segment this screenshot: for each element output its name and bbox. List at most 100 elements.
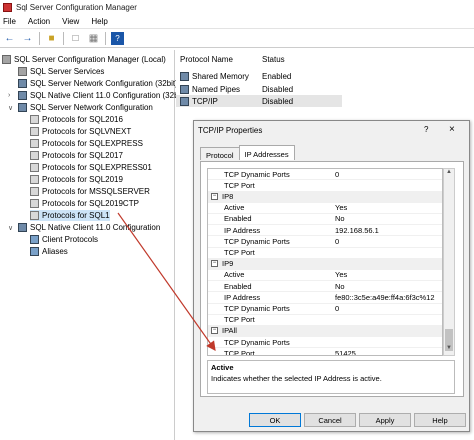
grid-row[interactable]: Active Yes — [208, 270, 442, 282]
grid-row[interactable]: TCP Port — [208, 180, 442, 192]
tree-item-label: Protocols for SQLEXPRESS — [42, 139, 143, 148]
dialog-close-icon[interactable]: × — [449, 124, 455, 135]
grid-value[interactable]: 0 — [335, 237, 339, 246]
menu-help[interactable]: Help — [91, 17, 107, 26]
window-title: Sql Server Configuration Manager — [16, 2, 137, 12]
grid-row[interactable]: TCP Port — [208, 315, 442, 326]
menu-file[interactable]: File — [3, 17, 16, 26]
grid-row[interactable]: IP Address 192.168.56.1 — [208, 225, 442, 237]
collapse-icon[interactable]: − — [211, 327, 218, 335]
dialog-help-icon[interactable]: ? — [424, 125, 428, 134]
grid-section[interactable]: − IP9 — [208, 258, 442, 270]
tree-item[interactable]: Protocols for SQL2019 — [30, 174, 123, 185]
menu-action[interactable]: Action — [28, 17, 50, 26]
properties-icon[interactable]: □ — [69, 32, 82, 45]
dialog-tabs: Protocol IP Addresses — [200, 145, 295, 161]
grid-section[interactable]: − IPAll — [208, 325, 442, 338]
grid-value[interactable]: 192.168.56.1 — [335, 226, 379, 235]
proto-icon — [30, 175, 39, 184]
tree-item[interactable]: Protocols for SQLVNEXT — [30, 126, 131, 137]
collapse-icon[interactable]: − — [211, 193, 218, 201]
tree-item[interactable]: SQL Server Configuration Manager (Local) — [2, 54, 166, 65]
tree-item[interactable]: Aliases — [30, 246, 68, 257]
grid-value[interactable]: 0 — [335, 304, 339, 313]
tree-item[interactable]: Protocols for SQL2017 — [30, 150, 123, 161]
client-icon — [30, 247, 39, 256]
tree-item[interactable]: Protocols for SQL2016 — [30, 114, 123, 125]
scroll-up-icon[interactable]: ▲ — [444, 169, 454, 179]
help-button[interactable]: Help — [414, 413, 466, 427]
tree-item[interactable]: Protocols for SQL1 — [30, 210, 110, 221]
expand-down-icon[interactable]: ∨ — [8, 104, 13, 112]
grid-row[interactable]: TCP Dynamic Ports 0 — [208, 236, 442, 248]
grid-row[interactable]: TCP Port 51425 — [208, 348, 442, 356]
forward-icon[interactable]: → — [21, 32, 34, 45]
grid-key: IP Address — [224, 225, 261, 235]
scroll-down-icon[interactable]: ▼ — [444, 345, 454, 355]
tab-ip-addresses[interactable]: IP Addresses — [238, 145, 295, 160]
expand-down-icon[interactable]: ∨ — [8, 224, 13, 232]
toolbar: ← → ■ □ ▦ ? — [0, 30, 474, 48]
tree-item[interactable]: ∨ SQL Server Network Configuration — [8, 102, 153, 113]
apply-button[interactable]: Apply — [359, 413, 411, 427]
folder-up-icon[interactable]: ■ — [45, 32, 58, 45]
tree-item[interactable]: SQL Server Services — [18, 66, 104, 77]
proto-icon — [30, 139, 39, 148]
export-icon[interactable]: ▦ — [87, 32, 100, 45]
ok-button[interactable]: OK — [249, 413, 301, 427]
tree-item-label: Protocols for SQL2017 — [42, 151, 123, 160]
grid-value[interactable]: Yes — [335, 203, 347, 212]
tree-item-label: Protocols for SQL2016 — [42, 115, 123, 124]
tree-item[interactable]: Protocols for MSSQLSERVER — [30, 186, 150, 197]
grid-row[interactable]: Active Yes — [208, 203, 442, 214]
tree-item[interactable]: Protocols for SQL2019CTP — [30, 198, 139, 209]
tree-item[interactable]: › SQL Native Client 11.0 Configuration (3… — [8, 90, 185, 101]
grid-row[interactable]: Enabled No — [208, 214, 442, 226]
tree-item[interactable]: Protocols for SQLEXPRESS01 — [30, 162, 152, 173]
grid-key: TCP Dynamic Ports — [224, 304, 290, 314]
protocol-status: Disabled — [262, 96, 294, 106]
menu-view[interactable]: View — [62, 17, 79, 26]
tree-item[interactable]: Protocols for SQLEXPRESS — [30, 138, 143, 149]
back-icon[interactable]: ← — [3, 32, 16, 45]
expand-right-icon[interactable]: › — [8, 92, 10, 99]
cancel-button[interactable]: Cancel — [304, 413, 356, 427]
grid-value[interactable]: Yes — [335, 270, 347, 279]
grid-section[interactable]: − IP8 — [208, 191, 442, 203]
grid-scrollbar[interactable]: ▲ ▼ — [443, 168, 455, 356]
tree-item[interactable]: Client Protocols — [30, 234, 98, 245]
column-status[interactable]: Status — [258, 55, 338, 67]
protocol-name: TCP/IP — [192, 96, 218, 106]
protocol-name: Shared Memory — [192, 71, 249, 81]
help-icon[interactable]: ? — [111, 32, 124, 45]
tree-item-label: Protocols for SQL2019CTP — [42, 199, 139, 208]
grid-row[interactable]: TCP Port — [208, 247, 442, 259]
tree-item-label: Protocols for SQLEXPRESS01 — [42, 163, 152, 172]
list-row-named-pipes[interactable]: Named Pipes Disabled — [176, 83, 293, 95]
tab-protocol[interactable]: Protocol — [200, 147, 240, 160]
tree-item[interactable]: ∨ SQL Native Client 11.0 Configuration — [8, 222, 160, 233]
collapse-icon[interactable]: − — [211, 260, 218, 268]
tree-item[interactable]: SQL Server Network Configuration (32bit) — [18, 78, 178, 89]
grid-row[interactable]: TCP Dynamic Ports 0 — [208, 303, 442, 315]
tree-item-label: SQL Server Services — [30, 67, 105, 76]
ip-properties-grid: TCP Dynamic Ports 0 TCP Port − IP8 Active Yes E… — [207, 168, 443, 356]
list-row-tcp-ip[interactable]: TCP/IP Disabled — [176, 95, 342, 107]
grid-value[interactable]: 51425 — [335, 349, 356, 355]
grid-row[interactable]: Enabled No — [208, 281, 442, 293]
grid-value[interactable]: No — [335, 282, 345, 291]
column-protocol-name[interactable]: Protocol Name — [176, 55, 258, 67]
grid-row[interactable]: TCP Dynamic Ports — [208, 337, 442, 349]
grid-value[interactable]: No — [335, 214, 345, 223]
toolbar-separator — [39, 32, 40, 45]
tree-item-label: SQL Server Configuration Manager (Local) — [14, 55, 166, 64]
grid-value[interactable]: 0 — [335, 170, 339, 179]
grid-row[interactable]: IP Address fe80::3c5e:a49e:ff4a:6f3c%12 — [208, 292, 442, 304]
grid-key: TCP Port — [224, 180, 255, 190]
grid-value[interactable]: fe80::3c5e:a49e:ff4a:6f3c%12 — [335, 293, 435, 302]
protocol-icon — [180, 96, 189, 106]
grid-row[interactable]: TCP Dynamic Ports 0 — [208, 169, 442, 181]
grid-key: TCP Port — [224, 348, 255, 356]
server-icon — [18, 67, 27, 76]
list-row-shared-memory[interactable]: Shared Memory Enabled — [176, 70, 291, 82]
